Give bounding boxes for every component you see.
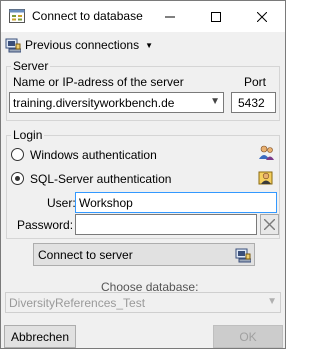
port-value: 5432 <box>238 96 265 110</box>
database-combo[interactable]: DiversityReferences_Test ▼ <box>5 292 281 313</box>
database-window-icon <box>9 9 25 23</box>
server-name-value: training.diversityworkbench.de <box>13 96 175 110</box>
connect-to-server-button[interactable]: Connect to server <box>33 243 255 266</box>
windows-users-icon <box>259 145 274 160</box>
maximize-icon <box>211 11 221 22</box>
database-connections-icon <box>5 38 21 53</box>
port-field[interactable]: 5432 <box>231 92 276 113</box>
minimize-button[interactable] <box>147 1 193 32</box>
user-value: Workshop <box>79 196 133 210</box>
connect-dialog: Connect to database Previous connections… <box>0 0 286 349</box>
user-label: User: <box>47 196 76 210</box>
windows-auth-label[interactable]: Windows authentication <box>30 148 157 162</box>
database-value: DiversityReferences_Test <box>9 296 146 310</box>
connect-to-server-label: Connect to server <box>38 247 133 262</box>
sql-auth-radio[interactable] <box>11 172 24 185</box>
password-label: Password: <box>17 218 74 232</box>
window-title: Connect to database <box>32 9 143 23</box>
chevron-down-icon[interactable]: ▼ <box>267 296 277 307</box>
previous-connections-label: Previous connections <box>25 38 140 52</box>
chevron-down-icon: ▼ <box>145 40 153 50</box>
windows-auth-radio[interactable] <box>11 148 24 161</box>
database-connect-icon <box>235 248 251 263</box>
close-button[interactable] <box>239 1 285 32</box>
ok-label: OK <box>239 329 257 344</box>
ok-button[interactable]: OK <box>213 325 283 348</box>
sql-auth-label[interactable]: SQL-Server authentication <box>30 172 171 186</box>
clear-password-button[interactable] <box>260 214 279 235</box>
port-label: Port <box>244 75 267 89</box>
previous-connections-menu[interactable]: Previous connections ▼ <box>5 35 153 55</box>
title-bar: Connect to database <box>1 1 285 32</box>
cancel-label: Abbrechen <box>10 329 70 344</box>
chevron-down-icon[interactable]: ▼ <box>210 96 220 107</box>
sql-user-icon <box>258 171 273 185</box>
server-name-label: Name or IP-adress of the server <box>13 75 184 89</box>
close-icon <box>257 11 267 22</box>
close-icon <box>264 219 275 230</box>
minimize-icon <box>165 16 175 17</box>
password-field[interactable] <box>75 214 257 235</box>
server-group-title: Server <box>11 59 51 73</box>
server-name-combo[interactable]: training.diversityworkbench.de ▼ <box>9 92 224 113</box>
cancel-button[interactable]: Abbrechen <box>4 325 76 348</box>
login-group-title: Login <box>11 128 45 142</box>
maximize-button[interactable] <box>193 1 239 32</box>
user-field[interactable]: Workshop <box>75 192 277 213</box>
